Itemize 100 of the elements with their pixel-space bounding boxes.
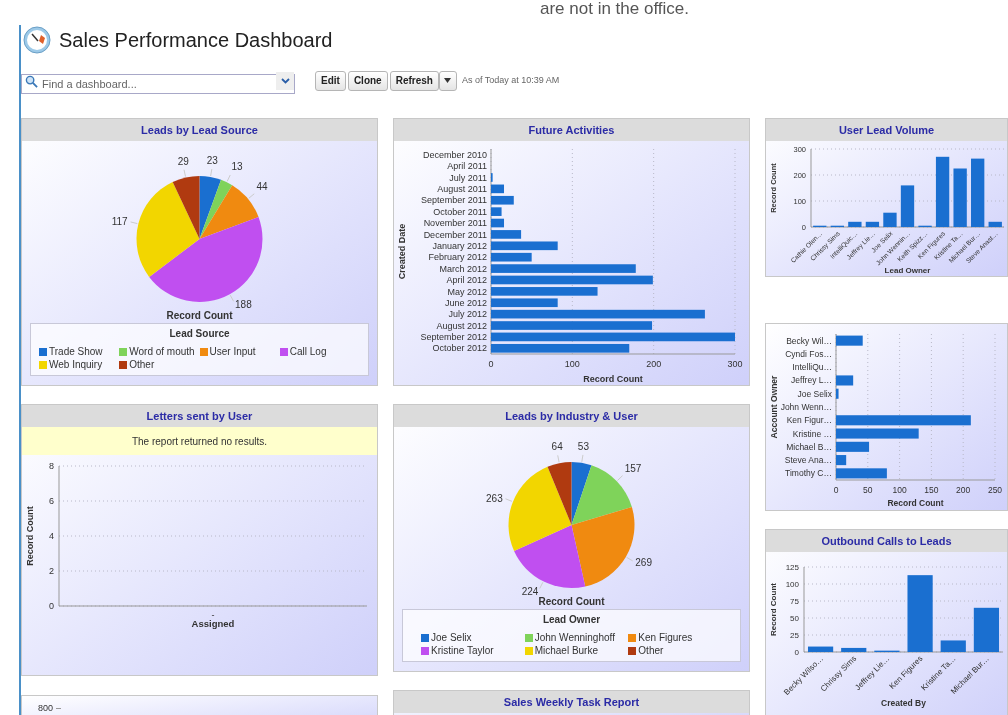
leader-line xyxy=(248,193,255,199)
tick-label: 8 xyxy=(49,461,54,472)
bar xyxy=(491,207,502,216)
gauge-icon xyxy=(23,26,51,54)
bar xyxy=(491,218,504,228)
search-field[interactable]: Find a dashboard... xyxy=(21,73,295,94)
bar xyxy=(988,221,1002,227)
category-label: - xyxy=(211,610,215,620)
axis-title: Created By xyxy=(881,698,926,708)
category-label: Timothy C… xyxy=(785,468,832,479)
panel-title: Leads by Industry & User xyxy=(505,408,638,424)
category-label: Cyndi Fos… xyxy=(785,348,832,359)
bar xyxy=(971,158,985,227)
leader-line xyxy=(229,294,235,302)
data-label: 44 xyxy=(256,180,268,192)
bar xyxy=(883,212,897,227)
toolbar-button[interactable]: Refresh xyxy=(389,70,439,91)
axis-title: Account Owner xyxy=(768,375,779,439)
category-label: September 2011 xyxy=(421,195,487,206)
category-label: April 2012 xyxy=(446,275,487,286)
tick-label: 75 xyxy=(790,596,799,606)
tick-label: 100 xyxy=(564,359,580,369)
tick-label: 0 xyxy=(833,484,839,495)
leader-line xyxy=(130,221,138,225)
tick-label: 250 xyxy=(987,484,1003,495)
bar xyxy=(848,221,862,227)
bar xyxy=(953,168,967,227)
legend-label: Trade Show xyxy=(49,345,103,358)
category-label: Becky Wil… xyxy=(786,335,832,346)
timestamp-text: As of Today at 10:39 AM xyxy=(461,73,560,87)
bar xyxy=(841,647,867,652)
leader-line xyxy=(210,168,213,177)
category-label: Jeffrey L… xyxy=(791,375,832,386)
tick-label: 200 xyxy=(646,359,662,369)
leader-line xyxy=(581,454,584,463)
legend-label: Michael Burke xyxy=(534,644,598,657)
axis-title: Lead Owner xyxy=(884,266,931,275)
data-label: 117 xyxy=(111,216,128,228)
category-label: July 2011 xyxy=(449,172,487,183)
category-label: July 2012 xyxy=(448,309,487,320)
toolbar-button[interactable]: Edit xyxy=(315,70,346,91)
tick-label: 6 xyxy=(49,496,54,507)
data-label: 269 xyxy=(635,557,652,569)
data-label: 23 xyxy=(206,155,218,167)
category-label: John Wenn… xyxy=(780,402,832,412)
axis-title: Record Count xyxy=(25,506,35,566)
category-label: April 2011 xyxy=(447,161,487,172)
leader-line xyxy=(226,174,231,182)
tick-label: 125 xyxy=(785,562,799,572)
data-label: 263 xyxy=(486,492,503,504)
tick-label: 50 xyxy=(863,484,873,495)
category-label: March 2012 xyxy=(439,263,487,274)
legend-label: Ken Figures xyxy=(638,631,693,644)
tick-label: 100 xyxy=(892,484,907,495)
bar xyxy=(865,221,880,227)
bar xyxy=(940,640,966,652)
tick-label: 100 xyxy=(785,579,799,589)
legend-label: Joe Selix xyxy=(431,631,472,644)
tick-label: 150 xyxy=(924,484,939,495)
tick-label: 200 xyxy=(956,484,971,495)
tick-label: 2 xyxy=(49,566,54,577)
bar xyxy=(836,468,887,479)
panel-title: Outbound Calls to Leads xyxy=(821,533,952,549)
category-label: August 2011 xyxy=(437,184,487,194)
bar xyxy=(491,230,522,239)
tick-label: 25 xyxy=(790,630,799,640)
category-label: August 2012 xyxy=(436,320,487,331)
panel-title: User Lead Volume xyxy=(838,122,935,138)
dropdown-toggle[interactable] xyxy=(276,71,294,90)
category-label: May 2012 xyxy=(447,286,487,297)
legend-label: Word of mouth xyxy=(129,345,195,358)
tick-label: 4 xyxy=(49,531,54,542)
category-label: Michael B… xyxy=(786,441,832,452)
data-label: 53 xyxy=(577,440,589,452)
leader-line xyxy=(626,556,634,562)
category-label: Kristine … xyxy=(792,428,832,439)
axis-title: Record Count xyxy=(166,310,233,321)
dashboard-title: Sales Performance Dashboard xyxy=(59,28,333,53)
bar xyxy=(900,185,915,227)
bar xyxy=(935,156,950,227)
leader-line xyxy=(617,475,624,481)
legend-label: John Wenninghoff xyxy=(534,631,615,644)
panel-title: Leads by Lead Source xyxy=(141,122,258,138)
axis-title: Record Count xyxy=(769,583,778,636)
bar xyxy=(836,441,870,452)
dropdown-button[interactable] xyxy=(438,70,457,91)
axis-title: Record Count xyxy=(538,596,605,607)
legend-label: Kristine Taylor xyxy=(431,644,494,657)
tick-label: 300 xyxy=(727,359,743,369)
toolbar-button[interactable]: Clone xyxy=(347,70,388,91)
data-label: 64 xyxy=(551,441,563,453)
axis-title: Record Count xyxy=(887,498,944,508)
category-label: Joe Selix xyxy=(797,388,832,399)
chevron-down-icon xyxy=(280,77,290,84)
leader-line xyxy=(505,498,513,502)
legend-label: Other xyxy=(638,644,664,657)
bar xyxy=(836,375,854,386)
data-label: 13 xyxy=(231,161,243,173)
category-label: IntelliQu… xyxy=(792,362,832,373)
tick-label: 0 xyxy=(794,647,799,657)
